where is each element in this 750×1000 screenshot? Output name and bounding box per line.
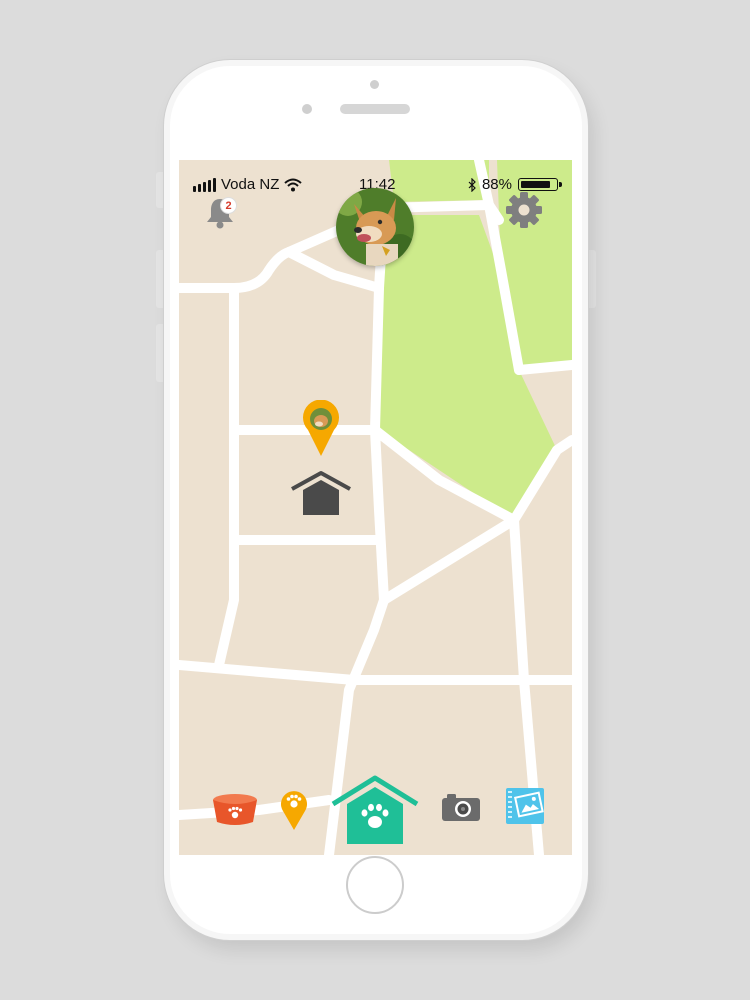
mute-switch	[156, 172, 164, 208]
app-screen: Voda NZ 11:42 88% 2	[179, 160, 572, 855]
volume-down-button	[156, 324, 164, 382]
dog-photo	[336, 188, 414, 266]
pet-avatar[interactable]	[336, 188, 414, 266]
battery-icon	[518, 178, 562, 191]
notification-badge: 2	[221, 198, 236, 213]
carrier-name: Voda NZ	[221, 176, 280, 193]
paw-pin-icon[interactable]	[279, 787, 309, 831]
paw-house-icon[interactable]	[329, 774, 421, 846]
signal-bars-icon	[193, 177, 216, 192]
carrier-group: Voda NZ	[193, 176, 303, 193]
home-marker-icon[interactable]	[289, 470, 353, 518]
power-button	[588, 250, 596, 308]
wifi-icon	[284, 178, 303, 191]
bluetooth-icon	[468, 177, 476, 192]
proximity-sensor	[302, 104, 312, 114]
camera-icon[interactable]	[441, 792, 481, 822]
gear-icon[interactable]	[505, 191, 543, 229]
pet-location-pin[interactable]	[302, 400, 340, 458]
volume-up-button	[156, 250, 164, 308]
earpiece-speaker	[340, 104, 410, 114]
front-camera	[370, 80, 379, 89]
bowl-icon[interactable]	[211, 792, 259, 826]
battery-fill	[521, 181, 551, 188]
home-button[interactable]	[346, 856, 404, 914]
photo-album-icon[interactable]	[504, 786, 546, 826]
bottom-tab-bar	[179, 770, 572, 855]
